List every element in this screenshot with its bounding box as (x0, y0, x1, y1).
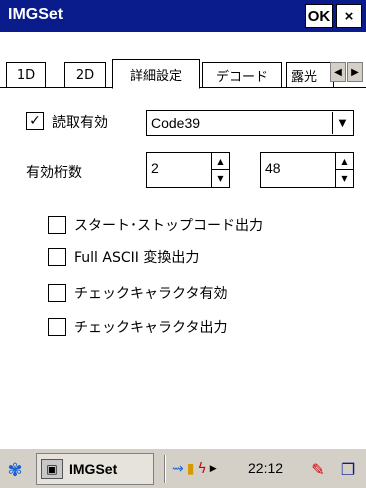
check-character-output-checkbox[interactable] (48, 318, 66, 336)
spin-down-icon[interactable]: ▼ (336, 170, 353, 187)
read-enable-checkbox[interactable]: ✓ (26, 112, 44, 130)
full-ascii-output-label: Full ASCII 変換出力 (74, 250, 200, 266)
spin-up-icon[interactable]: ▲ (336, 153, 353, 170)
spin-down-icon[interactable]: ▼ (212, 170, 229, 187)
tab-strip: 1D 2D 詳細設定 デコード 露光 ◀ ▶ (0, 32, 366, 89)
read-enable-label: 読取有効 (52, 115, 108, 131)
clock[interactable]: 22:12 (248, 460, 283, 476)
start-stop-code-output-label: スタート･ストップコード出力 (74, 218, 263, 234)
taskbar-separator (164, 455, 166, 483)
title-bar: IMGSet OK × (0, 0, 366, 32)
check-character-enable-checkbox[interactable] (48, 284, 66, 302)
tab-1d[interactable]: 1D (6, 62, 46, 88)
check-character-enable-label: チェックキャラクタ有効 (74, 286, 228, 302)
full-ascii-output-checkbox[interactable] (48, 248, 66, 266)
ok-button[interactable]: OK (305, 4, 333, 28)
window-title: IMGSet (8, 6, 64, 23)
symbology-select[interactable]: Code39 ▼ (146, 110, 354, 136)
tab-scroll-right-icon[interactable]: ▶ (347, 62, 363, 82)
settings-panel: ✓ 読取有効 Code39 ▼ 有効桁数 2 ▲ ▼ 48 ▲ ▼ スタート･ス… (0, 88, 366, 448)
power-icon[interactable]: ϟ (197, 461, 206, 477)
digits-min-value: 2 (151, 160, 159, 176)
input-panel-icon[interactable]: ✎ (306, 457, 330, 481)
digits-max-stepper[interactable]: 48 ▲ ▼ (260, 152, 354, 188)
network-icon[interactable]: ⇝ (172, 461, 184, 477)
tab-exposure[interactable]: 露光 (286, 62, 334, 88)
spin-up-icon[interactable]: ▲ (212, 153, 229, 170)
taskbar: ✾ ▣ IMGSet ⇝ ▮ ϟ ▶ 22:12 ✎ ❐ (0, 448, 366, 488)
start-menu-icon[interactable]: ✾ (2, 457, 28, 483)
symbology-value: Code39 (151, 115, 201, 131)
digits-min-stepper[interactable]: 2 ▲ ▼ (146, 152, 230, 188)
tab-advanced-settings[interactable]: 詳細設定 (112, 59, 200, 89)
digits-max-value: 48 (265, 160, 281, 176)
close-button[interactable]: × (336, 4, 362, 28)
battery-icon[interactable]: ▮ (187, 461, 195, 477)
start-stop-code-output-checkbox[interactable] (48, 216, 66, 234)
tray-arrow-icon[interactable]: ▶ (210, 464, 217, 474)
app-icon: ▣ (41, 459, 63, 479)
digits-label: 有効桁数 (26, 165, 82, 181)
tab-scroll-left-icon[interactable]: ◀ (330, 62, 346, 82)
taskbar-task-imgset[interactable]: ▣ IMGSet (36, 453, 154, 485)
check-character-output-label: チェックキャラクタ出力 (74, 320, 228, 336)
taskbar-task-label: IMGSet (69, 461, 118, 477)
chevron-down-icon[interactable]: ▼ (332, 112, 352, 134)
tab-decode[interactable]: デコード (202, 62, 282, 88)
tab-2d[interactable]: 2D (64, 62, 106, 88)
system-tray: ⇝ ▮ ϟ ▶ (172, 457, 217, 481)
desktop-toggle-icon[interactable]: ❐ (336, 457, 360, 481)
